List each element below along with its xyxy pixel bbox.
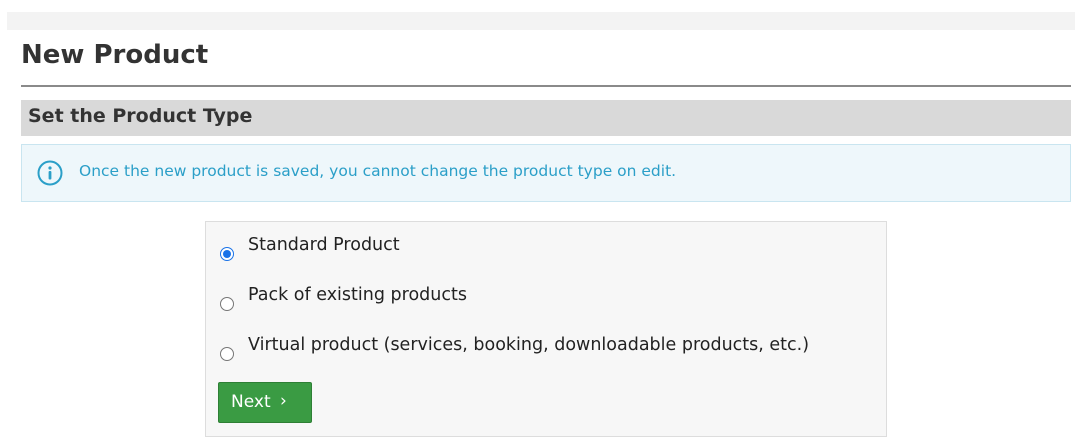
info-notice: Once the new product is saved, you canno… [21, 144, 1071, 202]
info-notice-text: Once the new product is saved, you canno… [79, 162, 677, 180]
virtual-product-label: Virtual product (services, booking, down… [248, 335, 810, 355]
pack-product-radio[interactable] [220, 297, 234, 311]
standard-product-label: Standard Product [248, 235, 400, 255]
virtual-product-radio[interactable] [220, 347, 234, 361]
section-header: Set the Product Type [21, 100, 1071, 136]
option-virtual-product[interactable]: Virtual product (services, booking, down… [206, 332, 866, 362]
product-type-panel: Standard Product Pack of existing produc… [205, 221, 887, 437]
option-standard-product[interactable]: Standard Product [206, 232, 866, 262]
standard-product-radio[interactable] [220, 247, 234, 261]
pack-product-label: Pack of existing products [248, 285, 467, 305]
title-divider [21, 85, 1071, 87]
next-button[interactable]: Next › [218, 382, 312, 423]
top-bar [7, 12, 1075, 30]
chevron-right-icon: › [280, 391, 287, 411]
option-pack-of-existing-products[interactable]: Pack of existing products [206, 282, 866, 312]
next-button-label: Next [231, 392, 271, 412]
info-icon [37, 160, 63, 186]
page-title: New Product [21, 40, 209, 70]
section-title: Set the Product Type [28, 105, 253, 127]
